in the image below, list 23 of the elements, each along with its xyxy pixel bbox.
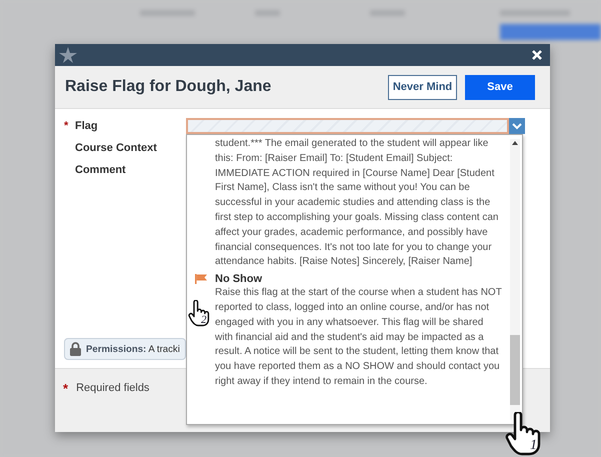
permissions-text: Permissions: A tracki [86,344,180,354]
option-name[interactable]: No Show [215,273,262,286]
cancel-button[interactable]: Never Mind [388,74,457,100]
modal-title: Raise Flag for Dough, Jane [65,78,272,96]
dropdown-button[interactable] [509,118,525,134]
required-fields-note: Required fields [76,381,150,394]
cursor-number: 2 [201,314,206,326]
scrollbar[interactable] [510,139,520,420]
required-mark: * [64,120,68,132]
field-label: Course Context [75,142,157,154]
chevron-down-icon[interactable] [512,122,522,130]
field-label: Flag [75,120,98,132]
required-mark: * [63,381,68,396]
scroll-up-icon[interactable] [512,141,518,145]
cursor-number: 1 [530,438,537,454]
close-icon[interactable] [532,50,542,60]
save-button[interactable]: Save [465,74,535,100]
lock-icon [70,342,81,356]
field-label: Comment [75,164,126,176]
star-icon [59,47,77,63]
option-description: Raise this flag at the start of the course when a student has NOT reported to class, logged into an online course, and/or has not engaged with you in any whatsoever. This flag will be shared with financial aid and the student's aid may be impacted as a result. A notice will be sent to the student, letting them know that you have reported them as a NO SHOW and should contact you right away if they intend to remain in the course. [215,286,502,389]
flag-icon [195,274,207,284]
option-description: student.*** The email generated to the student will appear like this: From: [Raiser Email] To: [Student Email] Subject: IMMEDIATE ACTION required in [Course Name] Dear [Student First Name], Class isn't the same without you! You can be successful in your academic studies and attending class is the first step to accomplishing your goals. Missing class content can affect your grades, academic performance, and possibly have financial consequences. It's not too late for you to change your attendance habits. [Raise Notes] Sincerely, [Raiser Name] [215,137,500,270]
